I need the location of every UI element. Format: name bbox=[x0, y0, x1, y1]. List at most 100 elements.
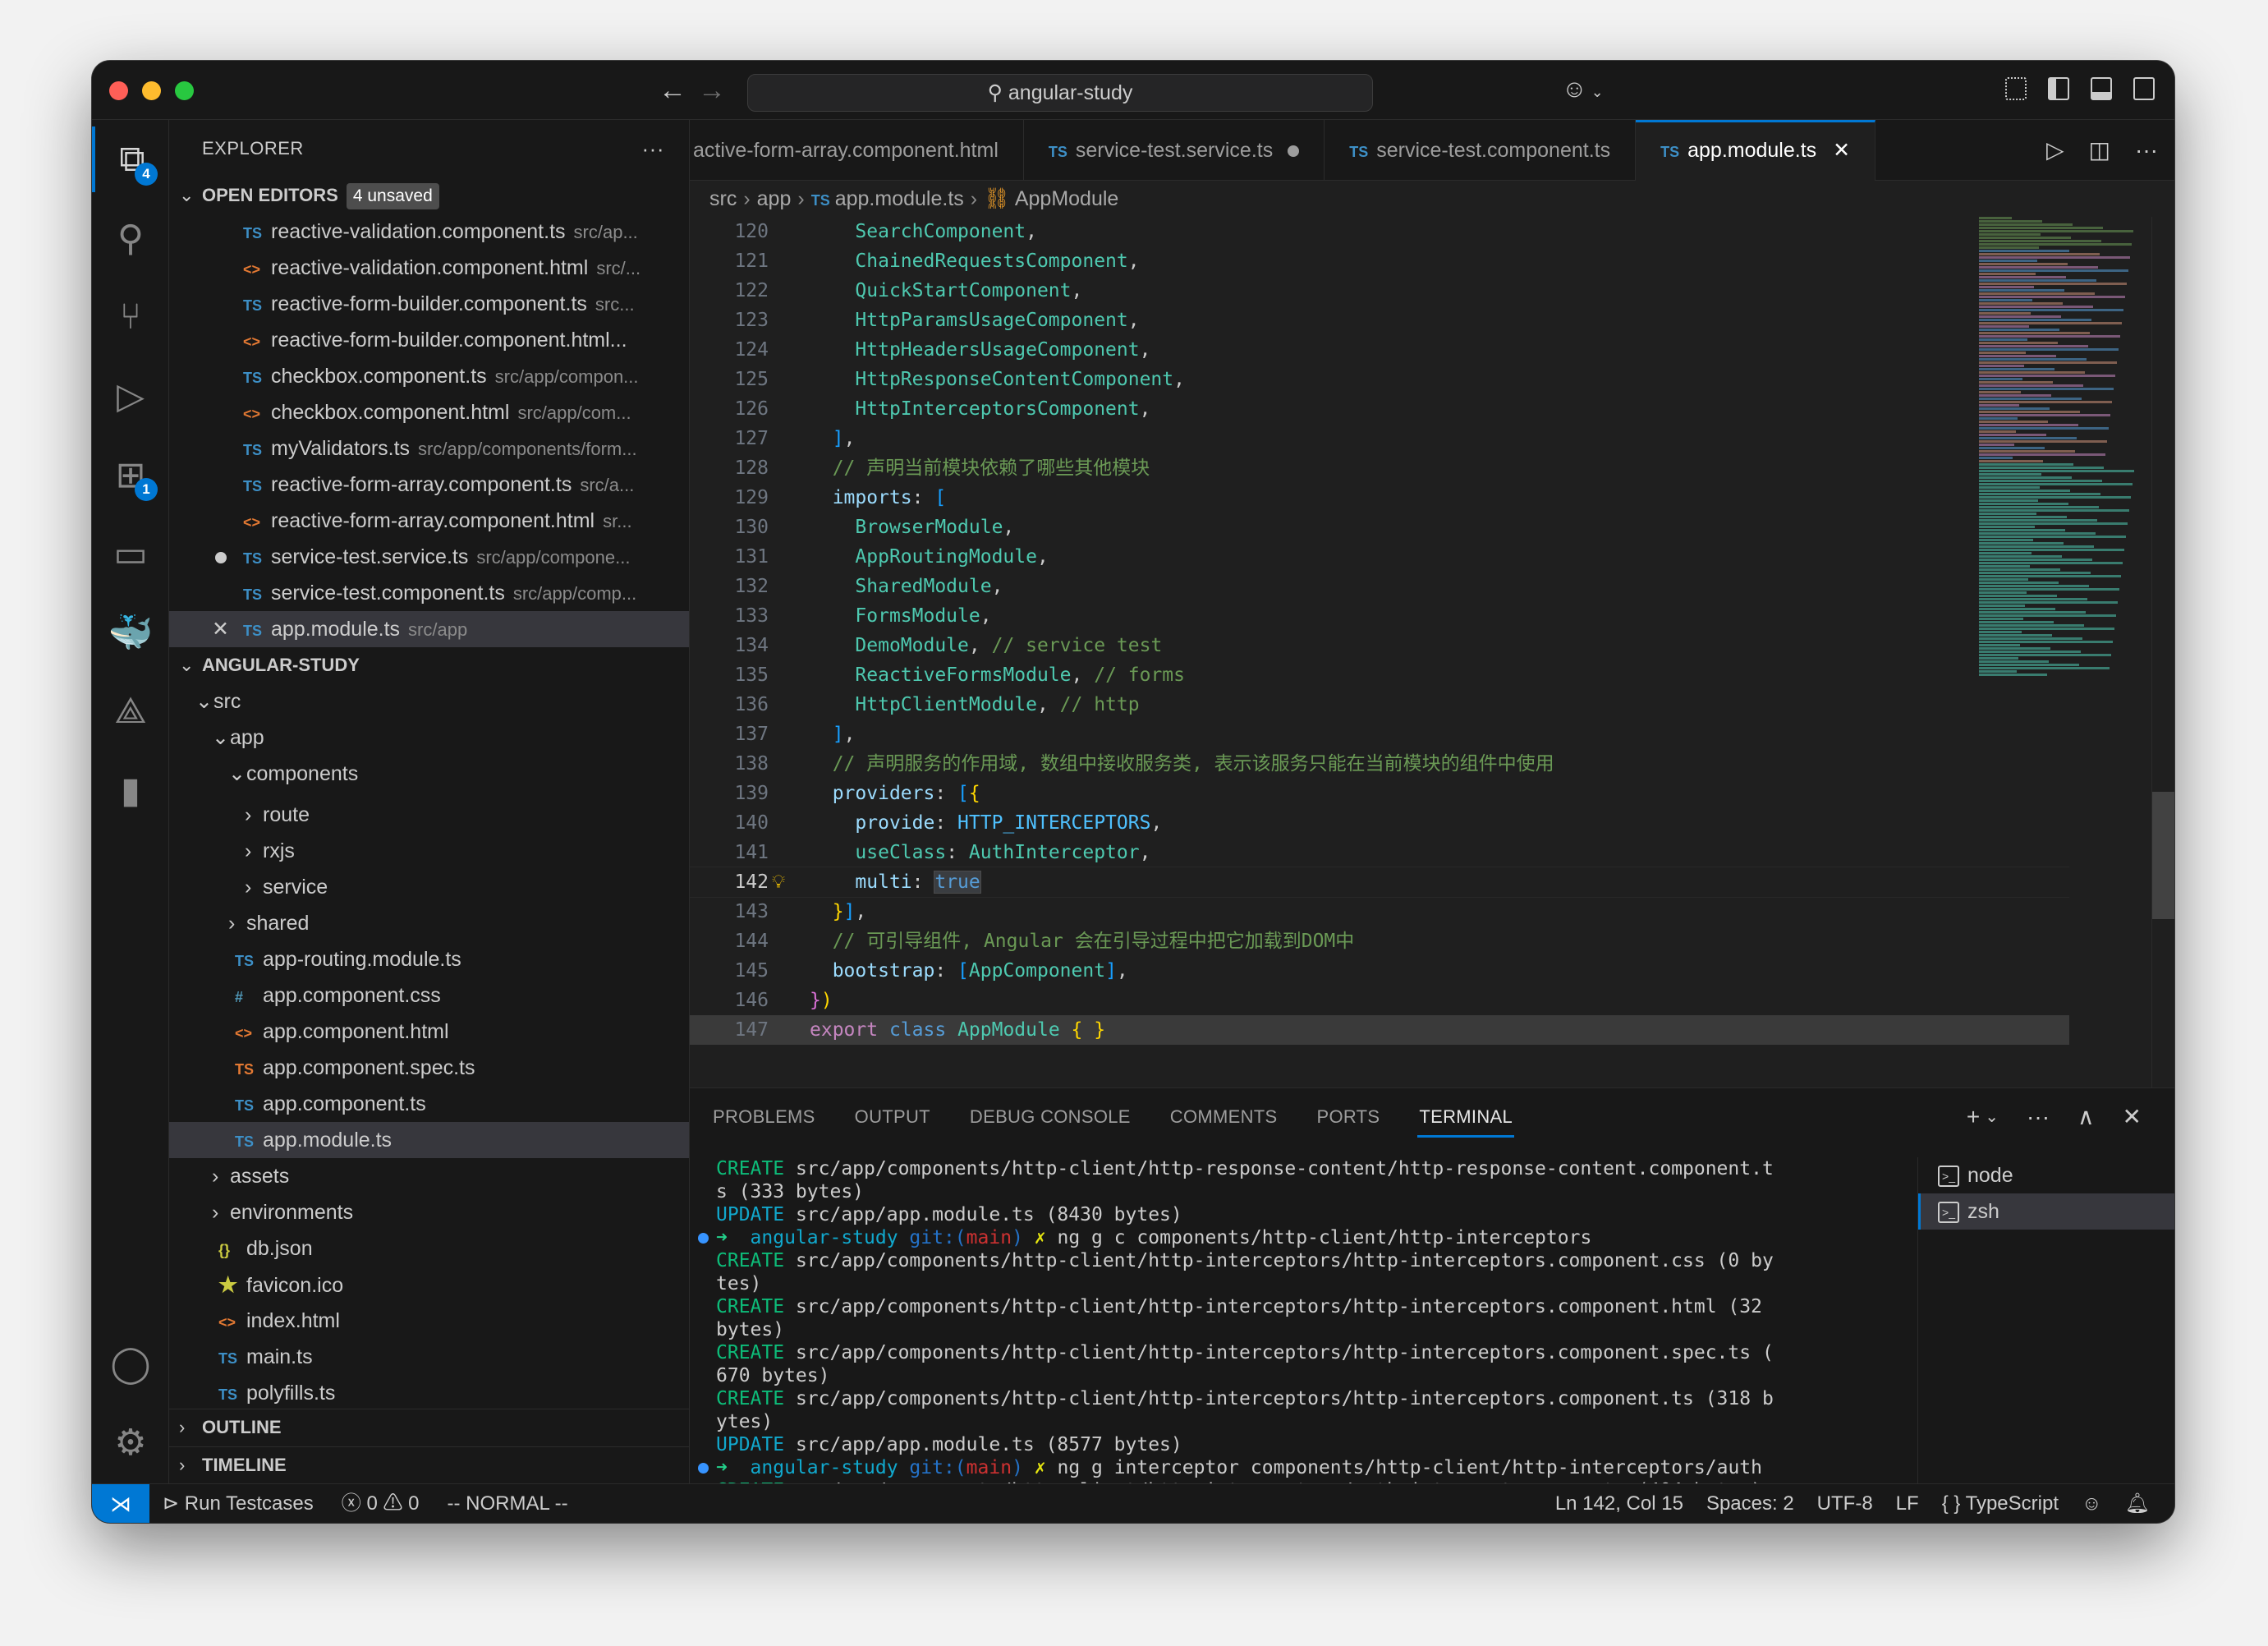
panel-tab-comments[interactable]: COMMENTS bbox=[1170, 1088, 1278, 1146]
file-item[interactable]: TS app.component.ts bbox=[169, 1086, 689, 1122]
run-icon[interactable]: ▷ bbox=[2046, 120, 2064, 181]
code-line[interactable]: 121 ChainedRequestsComponent, bbox=[690, 246, 2069, 276]
code-line[interactable]: 145 bootstrap: [AppComponent], bbox=[690, 956, 2069, 986]
activity-manage[interactable]: ⚙ bbox=[92, 1409, 169, 1475]
editor-scrollbar[interactable] bbox=[2151, 217, 2174, 1087]
code-line[interactable]: 126 HttpInterceptorsComponent, bbox=[690, 394, 2069, 424]
activity-charts[interactable]: ▮ bbox=[92, 757, 169, 823]
file-item[interactable]: ★ favicon.ico bbox=[169, 1267, 689, 1303]
code-line[interactable]: 131 AppRoutingModule, bbox=[690, 542, 2069, 572]
terminal-dropdown-icon[interactable]: ⌄ bbox=[1985, 1088, 1999, 1146]
problems-indicator[interactable]: ⓧ 0 ⚠ 0 bbox=[342, 1484, 420, 1523]
breadcrumb-item[interactable]: AppModule bbox=[1015, 187, 1118, 210]
code-line[interactable]: 133 FormsModule, bbox=[690, 601, 2069, 631]
code-line[interactable]: 144 // 可引导组件, Angular 会在引导过程中把它加载到DOM中 bbox=[690, 926, 2069, 956]
open-editor-item[interactable]: <> reactive-form-array.component.html sr..… bbox=[169, 503, 689, 539]
folder-item[interactable]: ⌄src bbox=[169, 683, 689, 720]
code-line[interactable]: 142 💡︎ multi: true bbox=[690, 867, 2069, 898]
code-line[interactable]: 124 HttpHeadersUsageComponent, bbox=[690, 335, 2069, 365]
outline-section[interactable]: › OUTLINE bbox=[169, 1409, 689, 1446]
terminal-instance[interactable]: >_ zsh bbox=[1918, 1193, 2174, 1230]
breadcrumb-item[interactable]: app.module.ts bbox=[835, 187, 964, 210]
terminal-instance[interactable]: >_ node bbox=[1918, 1157, 2174, 1193]
notifications-bell-icon[interactable]: 🔔︎ bbox=[2125, 1484, 2150, 1523]
open-editor-item[interactable]: TS reactive-form-array.component.ts src/a.… bbox=[169, 467, 689, 503]
breadcrumb-item[interactable]: src bbox=[709, 187, 737, 210]
editor-tab[interactable]: TS service-test.service.ts bbox=[1024, 120, 1325, 181]
close-window-button[interactable] bbox=[109, 81, 128, 100]
close-editor-icon[interactable]: ✕ bbox=[212, 611, 229, 647]
code-editor[interactable]: 120 SearchComponent, 121 ChainedRequestsC… bbox=[690, 217, 2069, 1087]
file-item[interactable]: TS app.module.ts bbox=[169, 1122, 689, 1158]
open-editor-item[interactable]: TS service-test.component.ts src/app/comp.… bbox=[169, 575, 689, 611]
activity-accounts[interactable]: ◯ bbox=[92, 1331, 169, 1396]
code-line[interactable]: 127 ], bbox=[690, 424, 2069, 453]
code-line[interactable]: 134 DemoModule, // service test bbox=[690, 631, 2069, 660]
remote-indicator[interactable]: ⋊ bbox=[92, 1484, 149, 1523]
open-editor-item[interactable]: TS myValidators.ts src/app/components/form… bbox=[169, 430, 689, 467]
file-item[interactable]: # app.component.css bbox=[169, 977, 689, 1014]
code-line[interactable]: 139 providers: [{ bbox=[690, 779, 2069, 808]
command-decoration-icon[interactable] bbox=[698, 1233, 709, 1244]
more-actions-icon[interactable]: ··· bbox=[2135, 120, 2158, 181]
code-line[interactable]: 123 HttpParamsUsageComponent, bbox=[690, 306, 2069, 335]
new-terminal-icon[interactable]: + bbox=[1967, 1088, 1980, 1146]
file-item[interactable]: TS polyfills.ts bbox=[169, 1375, 689, 1411]
editor-tab[interactable]: active-form-array.component.html bbox=[690, 120, 1024, 181]
open-editors-header[interactable]: ⌄ OPEN EDITORS 4 unsaved bbox=[169, 177, 689, 214]
folder-item[interactable]: ⌄components bbox=[169, 756, 689, 792]
minimap[interactable] bbox=[1979, 217, 2151, 693]
file-item[interactable]: TS app-routing.module.ts bbox=[169, 941, 689, 977]
open-editor-item[interactable]: ✕ TS app.module.ts src/app bbox=[169, 611, 689, 647]
command-decoration-icon[interactable] bbox=[698, 1463, 709, 1474]
code-line[interactable]: 146}) bbox=[690, 986, 2069, 1015]
code-line[interactable]: 128 // 声明当前模块依赖了哪些其他模块 bbox=[690, 453, 2069, 483]
back-arrow-icon[interactable]: ← bbox=[659, 74, 686, 107]
command-center-search[interactable]: ⚲ angular-study bbox=[747, 74, 1373, 112]
activity-source-control[interactable]: ⑂ bbox=[92, 284, 169, 350]
activity-remote-explorer[interactable]: ▭ bbox=[92, 521, 169, 586]
project-header[interactable]: ⌄ ANGULAR-STUDY bbox=[169, 647, 689, 683]
copilot-status-icon[interactable]: ☺ bbox=[2082, 1484, 2102, 1523]
activity-live-share[interactable]: ⟁ bbox=[92, 678, 169, 744]
code-line[interactable]: 122 QuickStartComponent, bbox=[690, 276, 2069, 306]
activity-search[interactable]: ⚲ bbox=[92, 205, 169, 271]
toggle-panel-icon[interactable] bbox=[2091, 77, 2112, 100]
folder-item[interactable]: › shared bbox=[169, 905, 689, 941]
breadcrumb-item[interactable]: app bbox=[757, 187, 792, 210]
open-editor-item[interactable]: TS reactive-validation.component.ts src/ap… bbox=[169, 214, 689, 250]
close-tab-icon[interactable]: ✕ bbox=[1833, 139, 1850, 162]
file-item[interactable]: TS main.ts bbox=[169, 1339, 689, 1375]
activity-run-debug[interactable]: ▷ bbox=[92, 363, 169, 429]
terminal-output[interactable]: CREATE src/app/components/http-client/ht… bbox=[690, 1157, 1905, 1483]
activity-docker[interactable]: 🐳 bbox=[92, 600, 169, 665]
code-line[interactable]: 136 HttpClientModule, // http bbox=[690, 690, 2069, 720]
run-testcases-button[interactable]: ⊳ Run Testcases bbox=[163, 1484, 314, 1523]
code-line[interactable]: 147 export class AppModule { } bbox=[690, 1015, 2069, 1045]
maximize-panel-icon[interactable]: ∧ bbox=[2077, 1088, 2095, 1146]
timeline-section[interactable]: › TIMELINE bbox=[169, 1446, 689, 1483]
encoding[interactable]: UTF-8 bbox=[1817, 1484, 1873, 1523]
minimize-window-button[interactable] bbox=[142, 81, 161, 100]
lightbulb-icon[interactable]: 💡︎ bbox=[772, 867, 785, 897]
toggle-secondary-sidebar-icon[interactable] bbox=[2133, 77, 2155, 100]
file-item[interactable]: <> index.html bbox=[169, 1303, 689, 1339]
folder-item[interactable]: › environments bbox=[169, 1194, 689, 1230]
folder-item[interactable]: › route bbox=[169, 797, 689, 833]
folder-item[interactable]: › service bbox=[169, 869, 689, 905]
activity-explorer[interactable]: ⧉ 4 bbox=[92, 126, 169, 192]
file-item[interactable]: <> app.component.html bbox=[169, 1014, 689, 1050]
copilot-icon[interactable]: ☺ ⌄ bbox=[1562, 76, 1604, 103]
panel-tab-ports[interactable]: PORTS bbox=[1317, 1088, 1380, 1146]
open-editor-item[interactable]: <> reactive-form-builder.component.html..… bbox=[169, 322, 689, 358]
code-line[interactable]: 138 // 声明服务的作用域, 数组中接收服务类, 表示该服务只能在当前模块的… bbox=[690, 749, 2069, 779]
panel-tab-problems[interactable]: PROBLEMS bbox=[713, 1088, 815, 1146]
end-of-line[interactable]: LF bbox=[1896, 1484, 1919, 1523]
forward-arrow-icon[interactable]: → bbox=[698, 74, 726, 107]
file-item[interactable]: TS app.component.spec.ts bbox=[169, 1050, 689, 1086]
folder-item[interactable]: ⌄app bbox=[169, 720, 689, 756]
code-line[interactable]: 143 }], bbox=[690, 897, 2069, 926]
panel-tab-terminal[interactable]: TERMINAL bbox=[1417, 1088, 1514, 1146]
code-line[interactable]: 130 BrowserModule, bbox=[690, 513, 2069, 542]
code-line[interactable]: 137 ], bbox=[690, 720, 2069, 749]
